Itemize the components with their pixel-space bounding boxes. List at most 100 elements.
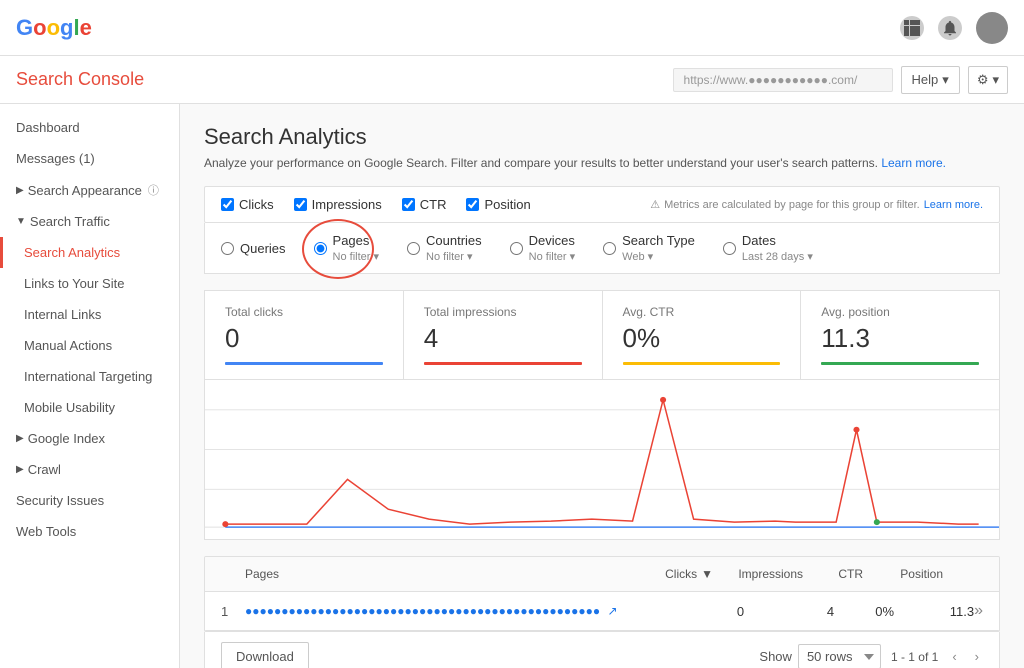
sort-desc-icon[interactable]: ▼ <box>701 567 713 581</box>
avatar[interactable] <box>976 12 1008 44</box>
avg-position-bar <box>821 362 979 365</box>
stat-avg-ctr: Avg. CTR 0% <box>603 291 802 379</box>
sidebar-item-international-targeting[interactable]: International Targeting <box>0 361 179 392</box>
chevron-down-icon: ▾ <box>992 72 999 88</box>
pages-radio[interactable] <box>314 242 327 255</box>
ctr-checkbox[interactable] <box>402 198 415 211</box>
page-title: Search Analytics <box>204 124 1000 150</box>
pages-filter-label[interactable]: No filter ▾ <box>333 250 379 263</box>
google-logo: Google <box>16 15 92 41</box>
filter-learn-more-link[interactable]: Learn more. <box>924 199 983 211</box>
radio-dates[interactable]: Dates Last 28 days ▾ <box>723 233 813 263</box>
sidebar-item-internal-links[interactable]: Internal Links <box>0 299 179 330</box>
search-type-radio[interactable] <box>603 242 616 255</box>
dates-radio[interactable] <box>723 242 736 255</box>
th-impressions[interactable]: Impressions <box>713 567 803 581</box>
row-ctr: 0% <box>834 604 894 619</box>
content-area: Search Analytics Analyze your performanc… <box>180 104 1024 668</box>
rows-per-page-select[interactable]: 10 rows 25 rows 50 rows 100 rows <box>798 644 881 668</box>
row-number: 1 <box>221 604 245 619</box>
page-info: 1 - 1 of 1 <box>891 650 938 664</box>
stats-row: Total clicks 0 Total impressions 4 Avg. … <box>204 290 1000 380</box>
radio-countries[interactable]: Countries No filter ▾ <box>407 233 482 263</box>
stat-avg-position: Avg. position 11.3 <box>801 291 999 379</box>
sc-header-right: https://www.●●●●●●●●●●●.com/ Help ▾ ⚙ ▾ <box>673 66 1008 94</box>
avg-ctr-bar <box>623 362 781 365</box>
radio-devices[interactable]: Devices No filter ▾ <box>510 233 575 263</box>
next-page-button[interactable]: › <box>971 645 983 668</box>
row-page-url[interactable]: ●●●●●●●●●●●●●●●●●●●●●●●●●●●●●●●●●●●●●●●●… <box>245 604 664 618</box>
row-nav[interactable]: » <box>974 602 983 620</box>
pagination: Show 10 rows 25 rows 50 rows 100 rows 1 … <box>759 644 983 668</box>
position-filter[interactable]: Position <box>466 197 530 212</box>
chart-dot <box>660 397 666 403</box>
th-ctr[interactable]: CTR <box>803 567 863 581</box>
clicks-checkbox[interactable] <box>221 198 234 211</box>
top-bar: Google <box>0 0 1024 56</box>
show-rows: Show 10 rows 25 rows 50 rows 100 rows <box>759 644 881 668</box>
sidebar-item-web-tools[interactable]: Web Tools <box>0 516 179 547</box>
countries-label: Countries <box>426 233 482 248</box>
impressions-checkbox[interactable] <box>294 198 307 211</box>
sidebar-item-messages[interactable]: Messages (1) <box>0 143 179 174</box>
table-header: Pages Clicks ▼ Impressions CTR Position <box>205 557 999 592</box>
sidebar-section-google-index[interactable]: ▶ Google Index <box>0 423 179 454</box>
sidebar-item-security-issues[interactable]: Security Issues <box>0 485 179 516</box>
queries-radio[interactable] <box>221 242 234 255</box>
settings-button[interactable]: ⚙ ▾ <box>968 66 1008 94</box>
sidebar-item-search-analytics[interactable]: Search Analytics <box>0 237 179 268</box>
chart-dot <box>853 427 859 433</box>
sidebar-item-manual-actions[interactable]: Manual Actions <box>0 330 179 361</box>
row-position: 11.3 <box>894 604 974 619</box>
clicks-filter[interactable]: Clicks <box>221 197 274 212</box>
description-learn-more-link[interactable]: Learn more. <box>881 156 946 170</box>
chart-area <box>204 380 1000 540</box>
total-impressions-value: 4 <box>424 323 582 354</box>
search-type-label: Search Type <box>622 233 695 248</box>
devices-radio[interactable] <box>510 242 523 255</box>
sidebar-item-links-to-site[interactable]: Links to Your Site <box>0 268 179 299</box>
top-bar-left: Google <box>16 15 92 41</box>
dates-filter-label[interactable]: Last 28 days ▾ <box>742 250 813 263</box>
table-row: 1 ●●●●●●●●●●●●●●●●●●●●●●●●●●●●●●●●●●●●●●… <box>205 592 999 631</box>
search-type-filter-label[interactable]: Web ▾ <box>622 250 653 263</box>
countries-radio[interactable] <box>407 242 420 255</box>
total-clicks-label: Total clicks <box>225 305 383 319</box>
ctr-filter[interactable]: CTR <box>402 197 447 212</box>
th-position[interactable]: Position <box>863 567 943 581</box>
devices-label: Devices <box>529 233 575 248</box>
radio-queries[interactable]: Queries <box>221 241 286 256</box>
total-clicks-bar <box>225 362 383 365</box>
url-bar: https://www.●●●●●●●●●●●.com/ <box>673 68 893 92</box>
sc-title[interactable]: Search Console <box>16 69 144 90</box>
sidebar-section-crawl[interactable]: ▶ Crawl <box>0 454 179 485</box>
prev-page-button[interactable]: ‹ <box>948 645 960 668</box>
help-button[interactable]: Help ▾ <box>901 66 960 94</box>
sidebar-section-search-traffic[interactable]: ▼ Search Traffic <box>0 206 179 237</box>
sidebar-item-mobile-usability[interactable]: Mobile Usability <box>0 392 179 423</box>
impressions-filter[interactable]: Impressions <box>294 197 382 212</box>
pages-label: Pages <box>333 233 370 248</box>
countries-filter-label[interactable]: No filter ▾ <box>426 250 472 263</box>
radio-pages[interactable]: Pages No filter ▾ <box>314 233 379 263</box>
sidebar-section-search-appearance[interactable]: ▶ Search Appearance ⓘ <box>0 174 179 206</box>
sidebar-item-dashboard[interactable]: Dashboard <box>0 112 179 143</box>
triangle-icon: ▶ <box>16 464 24 475</box>
gear-icon: ⚙ <box>977 72 989 88</box>
filter-row: Clicks Impressions CTR Position ⚠ Metric… <box>204 186 1000 223</box>
radio-row: Queries Pages No filter ▾ Countries N <box>204 223 1000 274</box>
position-checkbox[interactable] <box>466 198 479 211</box>
radio-search-type[interactable]: Search Type Web ▾ <box>603 233 695 263</box>
triangle-icon: ▶ <box>16 433 24 444</box>
page-description: Analyze your performance on Google Searc… <box>204 156 1000 170</box>
chart-dot-green <box>874 519 880 525</box>
apps-icon[interactable] <box>900 16 924 40</box>
sc-header: Search Console https://www.●●●●●●●●●●●.c… <box>0 56 1024 104</box>
avg-position-label: Avg. position <box>821 305 979 319</box>
th-pages: Pages <box>221 567 633 581</box>
download-button[interactable]: Download <box>221 642 309 668</box>
external-link-icon: ↗ <box>608 604 618 618</box>
devices-filter-label[interactable]: No filter ▾ <box>529 250 575 263</box>
show-label: Show <box>759 649 792 664</box>
notification-icon[interactable] <box>938 16 962 40</box>
